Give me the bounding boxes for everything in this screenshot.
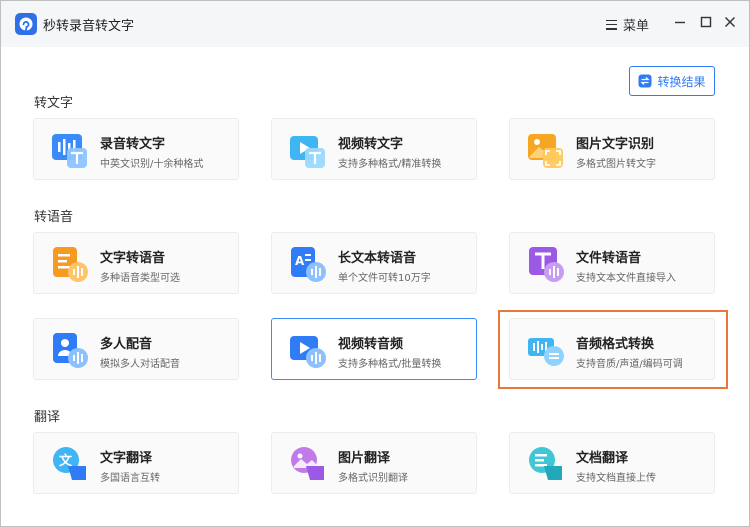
card-desc: 支持多种格式/精准转换 [338,159,442,170]
section-title-translate: 翻译 [34,410,61,425]
card-file-to-speech[interactable]: 文件转语音 支持文本文件直接导入 [509,232,715,294]
minimize-icon[interactable] [672,14,688,30]
card-desc: 多格式图片转文字 [576,159,656,170]
app-logo-icon [15,13,37,35]
menu-button[interactable]: 菜单 [606,15,649,34]
card-image-translate[interactable]: 图片翻译 多格式识别翻译 [271,432,477,494]
card-name: 图片翻译 [338,451,391,466]
maximize-icon[interactable] [698,14,714,30]
card-desc: 中英文识别/十余种格式 [100,159,204,170]
card-name: 长文本转语音 [338,251,417,266]
svg-text:A: A [295,254,305,268]
file-to-speech-icon [529,247,564,282]
card-text-translate[interactable]: 文 文字翻译 多国语言互转 [33,432,239,494]
long-text-to-speech-icon: A [291,247,326,282]
card-audio-to-text[interactable]: 录音转文字 中英文识别/十余种格式 [33,118,239,180]
section-title-to-text: 转文字 [34,96,74,111]
card-image-ocr[interactable]: 图片文字识别 多格式图片转文字 [509,118,715,180]
card-desc: 多格式识别翻译 [338,473,408,484]
conversion-results-label: 转换结果 [657,74,706,89]
text-translate-icon: 文 [53,447,86,480]
highlight-frame [498,310,728,389]
image-ocr-icon [528,134,563,168]
multi-voice-dubbing-icon [53,333,88,368]
card-desc: 支持文档直接上传 [576,473,656,484]
card-name: 图片文字识别 [576,137,655,152]
image-translate-icon [291,447,324,480]
card-name: 视频转音频 [338,337,404,352]
card-name: 多人配音 [100,337,153,352]
card-text-to-speech[interactable]: 文字转语音 多种语音类型可选 [33,232,239,294]
card-name: 录音转文字 [100,137,166,152]
card-long-text-to-speech[interactable]: A 长文本转语音 单个文件可转10万字 [271,232,477,294]
text-to-speech-icon [53,247,88,282]
card-document-translate[interactable]: 文档翻译 支持文档直接上传 [509,432,715,494]
section-title-to-speech: 转语音 [34,210,74,225]
card-desc: 支持文本文件直接导入 [576,273,676,284]
card-video-to-audio[interactable]: 视频转音频 支持多种格式/批量转换 [271,318,477,380]
card-video-to-text[interactable]: 视频转文字 支持多种格式/精准转换 [271,118,477,180]
card-desc: 多国语言互转 [100,473,160,484]
card-name: 文档翻译 [576,451,629,466]
card-desc: 模拟多人对话配音 [100,359,180,370]
app-window: 秒转录音转文字 菜单 转换结果 转文字 录音转文字 中英文识别/十余种格式 视频… [0,0,750,527]
video-to-text-icon [290,136,325,168]
audio-to-text-icon [52,134,87,168]
video-to-audio-icon [290,336,326,368]
menu-icon [606,19,617,30]
card-name: 文件转语音 [576,251,642,266]
menu-label: 菜单 [623,19,650,34]
app-title: 秒转录音转文字 [43,19,135,34]
card-name: 文字翻译 [100,451,153,466]
close-icon[interactable] [722,14,738,30]
card-desc: 支持多种格式/批量转换 [338,359,442,370]
document-translate-icon [529,447,562,480]
card-multi-voice-dubbing[interactable]: 多人配音 模拟多人对话配音 [33,318,239,380]
conversion-results-button[interactable]: 转换结果 [629,66,715,96]
swap-icon [638,74,652,88]
card-desc: 单个文件可转10万字 [338,273,431,284]
title-bar[interactable]: 秒转录音转文字 菜单 [1,1,749,47]
card-desc: 多种语音类型可选 [100,273,180,284]
card-name: 视频转文字 [338,137,404,152]
card-name: 文字转语音 [100,251,166,266]
